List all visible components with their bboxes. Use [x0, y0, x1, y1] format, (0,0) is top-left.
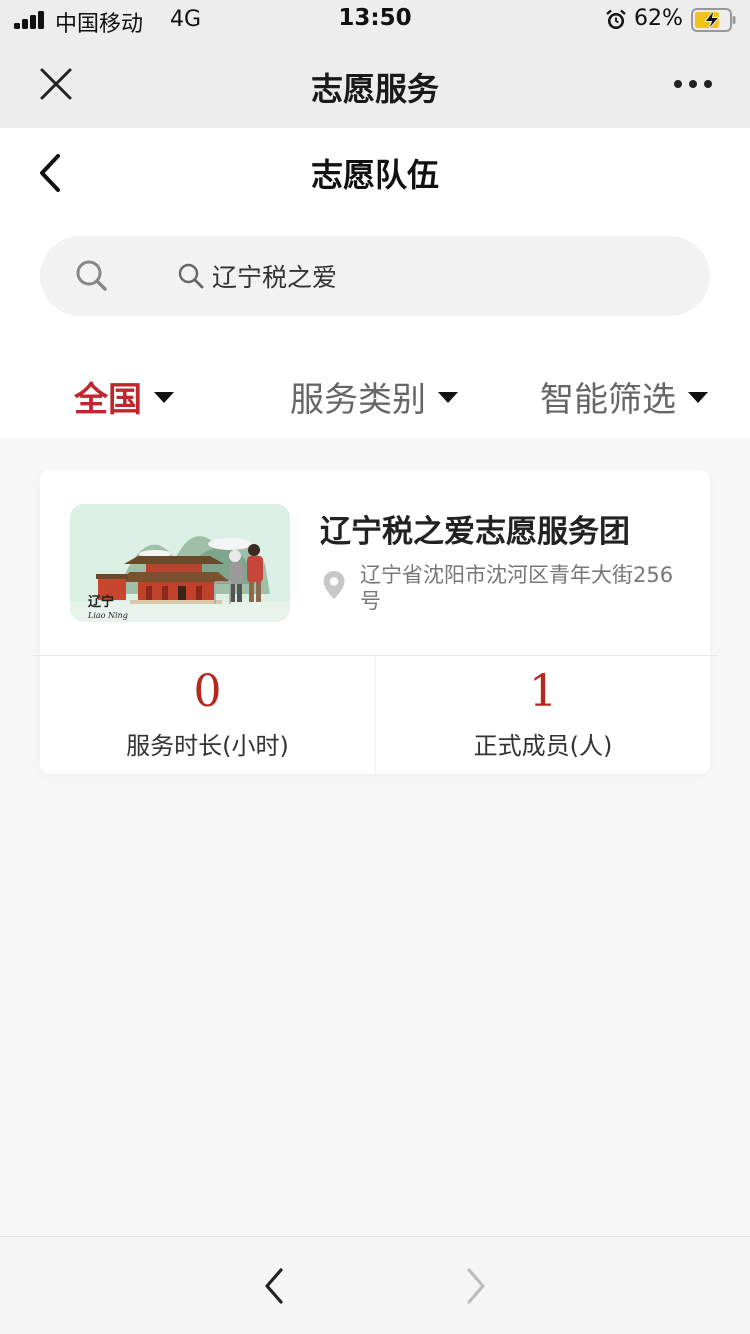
search-icon — [76, 260, 107, 291]
team-image-subtext: Liao Ning — [87, 611, 128, 620]
battery-charging-icon — [691, 8, 736, 32]
chevron-left-icon[interactable] — [258, 1265, 290, 1307]
battery-percent: 62% — [634, 6, 683, 31]
team-image-text: 辽宁 — [88, 594, 114, 610]
chevron-right-icon[interactable] — [460, 1265, 492, 1307]
team-name: 辽宁税之爱志愿服务团 — [320, 514, 630, 550]
filter-service-category[interactable]: 服务类别 — [290, 372, 458, 421]
team-address: 辽宁省沈阳市沈河区青年大街256号 — [360, 563, 674, 613]
caret-down-icon — [154, 392, 174, 403]
filter-bar: 全国 服务类别 智能筛选 — [0, 364, 750, 424]
location-icon — [323, 571, 345, 599]
stat-members-label: 正式成员(人) — [473, 732, 613, 760]
search-input[interactable]: 辽宁税之爱 — [176, 256, 337, 296]
page-title: 志愿队伍 — [310, 156, 439, 194]
status-bar: 中国移动 4G 13:50 62% — [0, 0, 750, 40]
stat-members: 1 正式成员(人) — [375, 656, 710, 774]
search-query: 辽宁税之爱 — [212, 263, 338, 292]
filter-smart-label: 智能筛选 — [540, 380, 676, 420]
search-bar[interactable]: 辽宁税之爱 — [40, 236, 710, 316]
alarm-icon — [606, 9, 626, 29]
stat-service-hours: 0 服务时长(小时) — [40, 656, 375, 774]
filter-smart[interactable]: 智能筛选 — [540, 372, 708, 421]
filter-service-category-label: 服务类别 — [290, 380, 426, 420]
wechat-header: 志愿服务 — [0, 40, 750, 128]
team-image: 辽宁 Liao Ning — [70, 504, 290, 622]
team-card[interactable]: 辽宁 Liao Ning 辽宁税之爱志愿服务团 辽宁省沈阳市沈河区青年大街256… — [32, 470, 718, 774]
filter-region-label: 全国 — [74, 380, 142, 420]
page-header: 志愿队伍 辽宁税之爱 全国 服务类别 智能筛选 — [0, 128, 750, 438]
filter-region[interactable]: 全国 — [74, 372, 174, 421]
browser-toolbar — [0, 1236, 750, 1334]
wechat-title: 志愿服务 — [310, 70, 439, 108]
caret-down-icon — [438, 392, 458, 403]
stat-service-hours-label: 服务时长(小时) — [126, 732, 289, 760]
search-icon — [178, 263, 204, 289]
caret-down-icon — [688, 392, 708, 403]
more-icon[interactable] — [672, 78, 716, 90]
stat-service-hours-value: 0 — [193, 666, 222, 717]
stat-members-value: 1 — [529, 666, 557, 717]
